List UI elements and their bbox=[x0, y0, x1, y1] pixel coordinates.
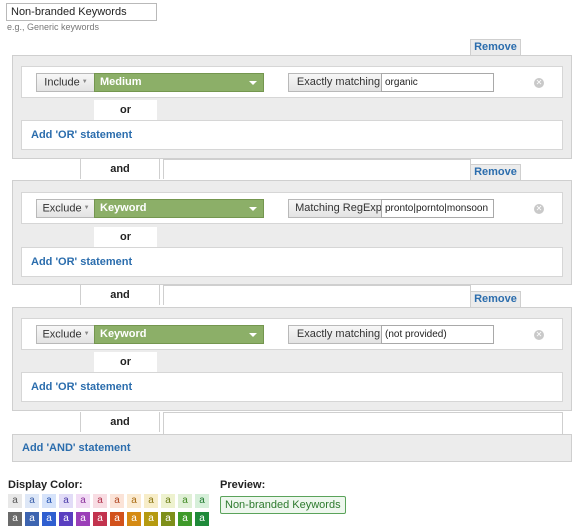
caret-down-icon: ▼ bbox=[81, 79, 88, 85]
dimension-label: Keyword bbox=[100, 202, 147, 214]
clear-condition-icon[interactable]: ✕ bbox=[534, 78, 544, 88]
mode-label: Exclude bbox=[42, 202, 82, 215]
condition-group: Include ▼ Medium Exactly matching organic… bbox=[12, 55, 572, 159]
condition-row: Exclude ▼ Keyword Exactly matching (not p… bbox=[21, 318, 563, 350]
condition-row: Include ▼ Medium Exactly matching organic… bbox=[21, 66, 563, 98]
color-swatch[interactable]: a bbox=[144, 512, 158, 526]
dimension-dropdown[interactable]: Keyword bbox=[94, 325, 264, 344]
condition-group: Exclude ▼ Keyword Matching RegExp pronto|… bbox=[12, 180, 572, 285]
color-swatch[interactable]: a bbox=[25, 512, 39, 526]
and-label: and bbox=[80, 285, 160, 305]
or-label: or bbox=[94, 352, 157, 372]
chevron-down-icon bbox=[249, 81, 257, 85]
color-swatch[interactable]: a bbox=[42, 494, 56, 508]
color-swatch[interactable]: a bbox=[161, 494, 175, 508]
match-type-button[interactable]: Exactly matching bbox=[288, 73, 389, 92]
dimension-label: Keyword bbox=[100, 328, 147, 340]
color-swatch[interactable]: a bbox=[195, 494, 209, 508]
match-type-button[interactable]: Matching RegExp bbox=[288, 199, 389, 218]
add-or-statement-link[interactable]: Add 'OR' statement bbox=[21, 120, 563, 150]
color-swatch[interactable]: a bbox=[178, 494, 192, 508]
mode-label: Exclude bbox=[42, 328, 82, 341]
color-swatch[interactable]: a bbox=[110, 512, 124, 526]
include-exclude-dropdown[interactable]: Include ▼ bbox=[36, 73, 96, 92]
include-exclude-dropdown[interactable]: Exclude ▼ bbox=[36, 199, 96, 218]
condition-group: Exclude ▼ Keyword Exactly matching (not p… bbox=[12, 307, 572, 411]
preview-badge: Non-branded Keywords bbox=[220, 496, 346, 514]
add-or-statement-link[interactable]: Add 'OR' statement bbox=[21, 247, 563, 277]
color-swatch[interactable]: a bbox=[76, 494, 90, 508]
color-swatch[interactable]: a bbox=[76, 512, 90, 526]
color-swatch[interactable]: a bbox=[93, 512, 107, 526]
color-swatch[interactable]: a bbox=[59, 512, 73, 526]
color-swatch[interactable]: a bbox=[25, 494, 39, 508]
caret-down-icon: ▼ bbox=[83, 205, 90, 211]
and-label: and bbox=[80, 159, 160, 179]
and-connector bbox=[163, 412, 563, 434]
color-swatch[interactable]: a bbox=[127, 494, 141, 508]
or-label: or bbox=[94, 227, 157, 247]
color-swatch[interactable]: a bbox=[110, 494, 124, 508]
remove-button[interactable]: Remove bbox=[470, 164, 521, 180]
caret-down-icon: ▼ bbox=[83, 331, 90, 337]
color-swatch[interactable]: a bbox=[161, 512, 175, 526]
dimension-dropdown[interactable]: Medium bbox=[94, 73, 264, 92]
condition-value-input[interactable]: pronto|pornto|monsoon bbox=[381, 199, 494, 218]
chevron-down-icon bbox=[249, 207, 257, 211]
condition-value-input[interactable]: (not provided) bbox=[381, 325, 494, 344]
clear-condition-icon[interactable]: ✕ bbox=[534, 330, 544, 340]
remove-button[interactable]: Remove bbox=[470, 291, 521, 307]
add-and-statement-link[interactable]: Add 'AND' statement bbox=[12, 434, 572, 462]
condition-value-input[interactable]: organic bbox=[381, 73, 494, 92]
preview-label: Preview: bbox=[220, 479, 266, 491]
color-swatch[interactable]: a bbox=[8, 494, 22, 508]
color-swatch[interactable]: a bbox=[178, 512, 192, 526]
segment-name-input[interactable]: Non-branded Keywords bbox=[6, 3, 157, 21]
clear-condition-icon[interactable]: ✕ bbox=[534, 204, 544, 214]
color-swatch[interactable]: a bbox=[195, 512, 209, 526]
match-type-button[interactable]: Exactly matching bbox=[288, 325, 389, 344]
and-label: and bbox=[80, 412, 160, 432]
color-swatch[interactable]: a bbox=[127, 512, 141, 526]
include-exclude-dropdown[interactable]: Exclude ▼ bbox=[36, 325, 96, 344]
dimension-label: Medium bbox=[100, 76, 142, 88]
and-connector bbox=[163, 159, 471, 179]
color-swatch[interactable]: a bbox=[59, 494, 73, 508]
and-connector bbox=[163, 285, 471, 305]
chevron-down-icon bbox=[249, 333, 257, 337]
add-or-statement-link[interactable]: Add 'OR' statement bbox=[21, 372, 563, 402]
color-swatch[interactable]: a bbox=[8, 512, 22, 526]
color-swatch[interactable]: a bbox=[93, 494, 107, 508]
condition-row: Exclude ▼ Keyword Matching RegExp pronto|… bbox=[21, 192, 563, 224]
color-swatch[interactable]: a bbox=[144, 494, 158, 508]
remove-button[interactable]: Remove bbox=[470, 39, 521, 55]
or-label: or bbox=[94, 100, 157, 120]
display-color-label: Display Color: bbox=[8, 479, 83, 491]
dimension-dropdown[interactable]: Keyword bbox=[94, 199, 264, 218]
segment-name-hint: e.g., Generic keywords bbox=[7, 22, 100, 32]
mode-label: Include bbox=[44, 76, 80, 89]
color-swatch[interactable]: a bbox=[42, 512, 56, 526]
